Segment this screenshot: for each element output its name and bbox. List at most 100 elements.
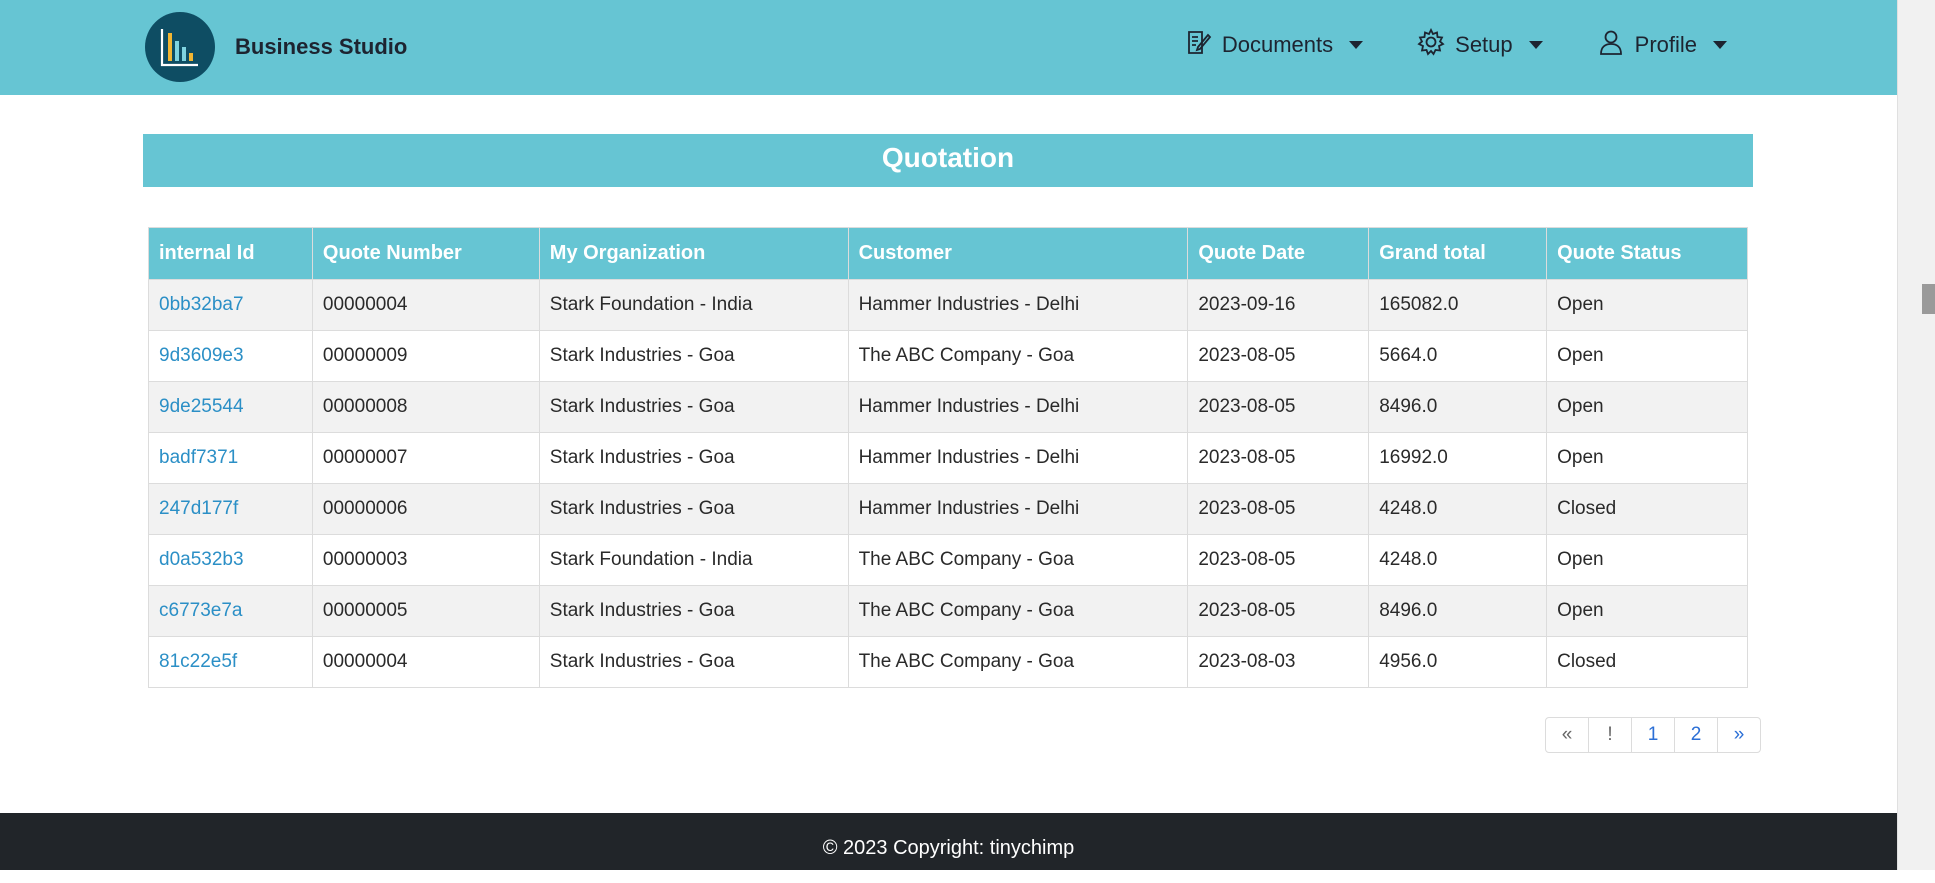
gear-icon xyxy=(1417,27,1445,62)
cell-quote-number: 00000004 xyxy=(311,279,540,331)
cell-quote-status: Open xyxy=(1546,585,1748,637)
internal-id-link[interactable]: 0bb32ba7 xyxy=(159,294,244,315)
nav-documents-dropdown[interactable]: Documents xyxy=(1184,28,1364,62)
cell-my-organization: Stark Industries - Goa xyxy=(538,432,849,484)
cell-customer: Hammer Industries - Delhi xyxy=(847,381,1189,433)
cell-my-organization: Stark Industries - Goa xyxy=(538,585,849,637)
cell-my-organization: Stark Industries - Goa xyxy=(538,483,849,535)
cell-customer: The ABC Company - Goa xyxy=(847,534,1189,586)
cell-customer: The ABC Company - Goa xyxy=(847,330,1189,382)
cell-quote-number: 00000009 xyxy=(311,330,540,382)
column-header-my-organization: My Organization xyxy=(538,227,849,280)
cell-grand-total: 5664.0 xyxy=(1368,330,1548,382)
cell-quote-date: 2023-08-05 xyxy=(1187,432,1370,484)
quotation-table: internal Id Quote Number My Organization… xyxy=(148,227,1748,688)
nav-setup-label: Setup xyxy=(1455,32,1513,57)
vertical-scrollbar[interactable] xyxy=(1897,0,1935,870)
pagination-page-1[interactable]: 1 xyxy=(1631,717,1675,753)
cell-quote-date: 2023-08-05 xyxy=(1187,585,1370,637)
internal-id-link[interactable]: 81c22e5f xyxy=(159,651,237,672)
table-row: 81c22e5f 00000004 Stark Industries - Goa… xyxy=(148,636,1748,688)
column-header-customer: Customer xyxy=(847,227,1189,280)
cell-quote-status: Open xyxy=(1546,534,1748,586)
nav-profile-label: Profile xyxy=(1634,32,1697,57)
cell-my-organization: Stark Industries - Goa xyxy=(538,636,849,688)
cell-quote-date: 2023-08-05 xyxy=(1187,381,1370,433)
cell-quote-date: 2023-09-16 xyxy=(1187,279,1370,331)
column-header-quote-date: Quote Date xyxy=(1187,227,1370,280)
internal-id-link[interactable]: badf7371 xyxy=(159,447,238,468)
page-title: Quotation xyxy=(143,134,1753,187)
cell-customer: Hammer Industries - Delhi xyxy=(847,432,1189,484)
table-row: 0bb32ba7 00000004 Stark Foundation - Ind… xyxy=(148,279,1748,331)
document-edit-icon xyxy=(1184,28,1212,62)
cell-customer: The ABC Company - Goa xyxy=(847,636,1189,688)
internal-id-link[interactable]: d0a532b3 xyxy=(159,549,244,570)
cell-quote-status: Closed xyxy=(1546,636,1748,688)
cell-grand-total: 4956.0 xyxy=(1368,636,1548,688)
table-row: 247d177f 00000006 Stark Industries - Goa… xyxy=(148,483,1748,535)
cell-quote-status: Open xyxy=(1546,330,1748,382)
user-icon xyxy=(1597,28,1625,62)
table-row: 9de25544 00000008 Stark Industries - Goa… xyxy=(148,381,1748,433)
pagination-next-button[interactable]: » xyxy=(1717,717,1761,753)
cell-quote-status: Open xyxy=(1546,432,1748,484)
cell-quote-number: 00000003 xyxy=(311,534,540,586)
cell-my-organization: Stark Foundation - India xyxy=(538,279,849,331)
chevron-down-icon xyxy=(1349,41,1364,49)
internal-id-link[interactable]: 247d177f xyxy=(159,498,238,519)
navbar: Business Studio Documents Setup Profile xyxy=(0,0,1897,95)
cell-customer: Hammer Industries - Delhi xyxy=(847,483,1189,535)
internal-id-link[interactable]: 9d3609e3 xyxy=(159,345,244,366)
bar-chart-logo-icon xyxy=(145,12,215,82)
cell-quote-number: 00000006 xyxy=(311,483,540,535)
table-row: 9d3609e3 00000009 Stark Industries - Goa… xyxy=(148,330,1748,382)
cell-internal-id: c6773e7a xyxy=(148,585,313,637)
nav-profile-dropdown[interactable]: Profile xyxy=(1597,28,1727,62)
table-row: badf7371 00000007 Stark Industries - Goa… xyxy=(148,432,1748,484)
cell-my-organization: Stark Foundation - India xyxy=(538,534,849,586)
pagination-page-2[interactable]: 2 xyxy=(1674,717,1718,753)
cell-quote-number: 00000008 xyxy=(311,381,540,433)
cell-my-organization: Stark Industries - Goa xyxy=(538,330,849,382)
cell-quote-status: Open xyxy=(1546,381,1748,433)
cell-internal-id: 9de25544 xyxy=(148,381,313,433)
column-header-quote-number: Quote Number xyxy=(311,227,540,280)
brand[interactable]: Business Studio xyxy=(145,12,407,82)
cell-grand-total: 165082.0 xyxy=(1368,279,1548,331)
footer-copyright: © 2023 Copyright: tinychimp xyxy=(822,837,1075,859)
cell-quote-date: 2023-08-05 xyxy=(1187,483,1370,535)
cell-customer: Hammer Industries - Delhi xyxy=(847,279,1189,331)
cell-internal-id: 9d3609e3 xyxy=(148,330,313,382)
cell-my-organization: Stark Industries - Goa xyxy=(538,381,849,433)
page: Business Studio Documents Setup Profile … xyxy=(0,0,1897,870)
internal-id-link[interactable]: c6773e7a xyxy=(159,600,242,621)
column-header-internal-id: internal Id xyxy=(148,227,313,280)
chevron-down-icon xyxy=(1528,41,1543,49)
scrollbar-thumb[interactable] xyxy=(1922,284,1935,314)
cell-internal-id: 0bb32ba7 xyxy=(148,279,313,331)
cell-internal-id: d0a532b3 xyxy=(148,534,313,586)
column-header-quote-status: Quote Status xyxy=(1546,227,1748,280)
cell-internal-id: 247d177f xyxy=(148,483,313,535)
cell-quote-number: 00000004 xyxy=(311,636,540,688)
cell-quote-status: Open xyxy=(1546,279,1748,331)
chevron-down-icon xyxy=(1713,41,1727,49)
pagination-current-marker[interactable]: ! xyxy=(1588,717,1632,753)
cell-quote-number: 00000005 xyxy=(311,585,540,637)
pagination-first-button[interactable]: « xyxy=(1545,717,1589,753)
cell-quote-date: 2023-08-03 xyxy=(1187,636,1370,688)
internal-id-link[interactable]: 9de25544 xyxy=(159,396,244,417)
cell-internal-id: 81c22e5f xyxy=(148,636,313,688)
cell-customer: The ABC Company - Goa xyxy=(847,585,1189,637)
cell-quote-date: 2023-08-05 xyxy=(1187,330,1370,382)
nav-setup-dropdown[interactable]: Setup xyxy=(1417,27,1543,62)
nav-documents-label: Documents xyxy=(1221,32,1334,57)
pagination: « ! 1 2 » xyxy=(1545,717,1761,753)
cell-internal-id: badf7371 xyxy=(148,432,313,484)
cell-grand-total: 8496.0 xyxy=(1368,381,1548,433)
table-row: c6773e7a 00000005 Stark Industries - Goa… xyxy=(148,585,1748,637)
cell-grand-total: 8496.0 xyxy=(1368,585,1548,637)
cell-quote-status: Closed xyxy=(1546,483,1748,535)
table-row: d0a532b3 00000003 Stark Foundation - Ind… xyxy=(148,534,1748,586)
